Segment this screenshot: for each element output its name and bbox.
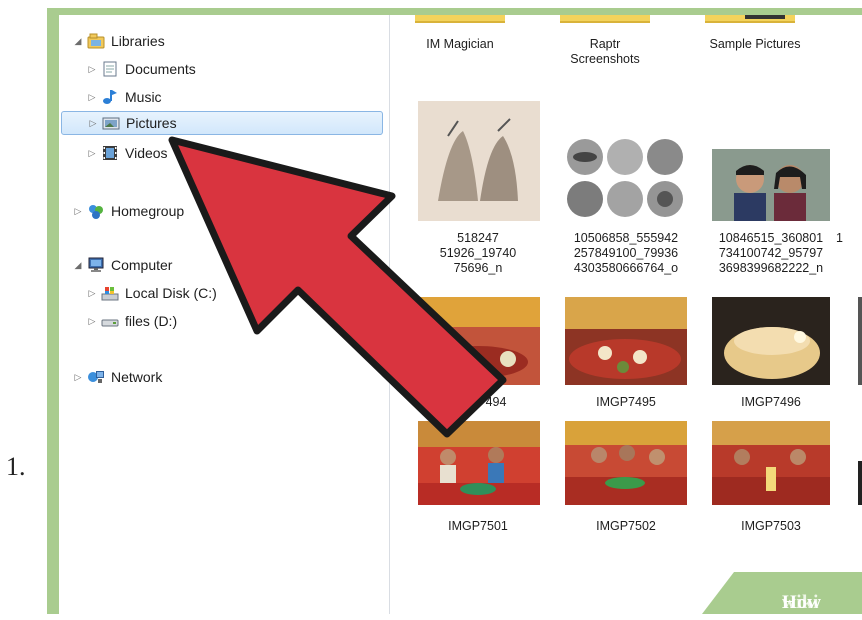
- red-arrow-icon: [168, 136, 507, 438]
